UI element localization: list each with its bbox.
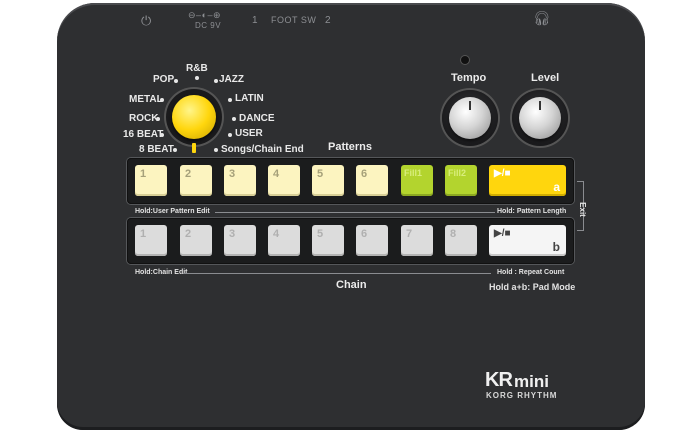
hold-pad-mode-label: Hold a+b: Pad Mode — [489, 282, 576, 292]
chain-pad-4[interactable]: 4 — [268, 225, 300, 256]
pad-a-letter: a — [553, 180, 560, 194]
tempo-label: Tempo — [451, 72, 487, 84]
pad-b-letter: b — [552, 240, 560, 254]
fill2-pad[interactable]: Fill2 — [445, 165, 477, 196]
foot-sw-2-label: 2 — [325, 15, 332, 26]
pattern-edit-rule — [215, 212, 495, 213]
genre-rock-label: ROCK — [129, 113, 159, 124]
genre-jazz-dot — [214, 79, 218, 83]
exit-label: Exit — [577, 202, 587, 217]
genre-jazz-label: JAZZ — [219, 74, 244, 85]
chain-pad-1[interactable]: 1 — [135, 225, 167, 256]
pattern-pad-3[interactable]: 3 — [224, 165, 256, 196]
genre-songs-chain-end-label: Songs/Chain End — [221, 144, 304, 155]
pattern-pad-1[interactable]: 1 — [135, 165, 167, 196]
chain-pad-7[interactable]: 7 — [401, 225, 433, 256]
genre-rnb-dot — [195, 76, 199, 80]
genre-dance-label: DANCE — [239, 113, 275, 124]
chain-edit-rule — [183, 273, 491, 274]
genre-knob[interactable] — [172, 95, 216, 139]
genre-metal-label: METAL — [129, 94, 163, 105]
hold-user-pattern-edit-label: Hold:User Pattern Edit — [135, 208, 210, 215]
genre-rnb-label: R&B — [186, 63, 208, 74]
genre-knob-pointer — [192, 143, 196, 153]
play-stop-icon: ▶/■ — [494, 228, 511, 239]
foot-sw-1-label: 1 — [252, 15, 259, 26]
play-stop-icon: ▶/■ — [494, 168, 511, 179]
dc-polarity-icon: ⊖–◐–⊕ — [188, 10, 222, 20]
genre-metal-dot — [160, 98, 164, 102]
level-label: Level — [531, 72, 560, 84]
dc-9v-label: DC 9V — [195, 21, 222, 30]
tempo-led — [461, 56, 469, 64]
genre-user-dot — [228, 133, 232, 137]
genre-16beat-label: 16 BEAT — [123, 129, 164, 140]
hold-pattern-length-label: Hold: Pattern Length — [497, 208, 567, 215]
genre-8beat-label: 8 BEAT — [139, 144, 174, 155]
genre-pop-dot — [174, 79, 178, 83]
chain-pad-2[interactable]: 2 — [180, 225, 212, 256]
chain-pad-6[interactable]: 6 — [356, 225, 388, 256]
patterns-label: Patterns — [328, 141, 373, 153]
genre-songs-dot — [214, 148, 218, 152]
pattern-pad-2[interactable]: 2 — [180, 165, 212, 196]
pattern-pad-6[interactable]: 6 — [356, 165, 388, 196]
tempo-knob[interactable] — [449, 97, 491, 139]
mini-logo: mini — [514, 372, 549, 391]
chain-pad-8[interactable]: 8 — [445, 225, 477, 256]
hold-repeat-count-label: Hold : Repeat Count — [497, 269, 565, 276]
korg-rhythm-logo: KORG RHYTHM — [486, 391, 558, 400]
play-stop-a-pad[interactable]: ▶/■ a — [489, 165, 566, 196]
kr-mini-device: ⏻ ⊖–◐–⊕ DC 9V 1 FOOT SW 2 🎧︎ R&B POP MET… — [57, 3, 645, 430]
hold-chain-edit-label: Hold:Chain Edit — [135, 269, 188, 276]
genre-dance-dot — [232, 117, 236, 121]
chain-pad-5[interactable]: 5 — [312, 225, 344, 256]
kr-logo: KR — [485, 369, 513, 391]
headphones-icon: 🎧︎ — [533, 10, 552, 26]
genre-rock-dot — [156, 117, 160, 121]
chain-label: Chain — [336, 279, 367, 291]
genre-pop-label: POP — [153, 74, 175, 85]
pattern-pad-5[interactable]: 5 — [312, 165, 344, 196]
fill1-pad[interactable]: Fill1 — [401, 165, 433, 196]
foot-sw-label: FOOT SW — [271, 15, 317, 25]
play-stop-b-pad[interactable]: ▶/■ b — [489, 225, 566, 256]
pattern-pad-4[interactable]: 4 — [268, 165, 300, 196]
genre-16beat-dot — [160, 133, 164, 137]
level-knob[interactable] — [519, 97, 561, 139]
power-icon[interactable]: ⏻ — [141, 13, 152, 29]
genre-latin-label: LATIN — [235, 93, 264, 104]
chain-pad-3[interactable]: 3 — [224, 225, 256, 256]
genre-latin-dot — [228, 98, 232, 102]
genre-8beat-dot — [173, 148, 177, 152]
genre-user-label: USER — [235, 128, 263, 139]
